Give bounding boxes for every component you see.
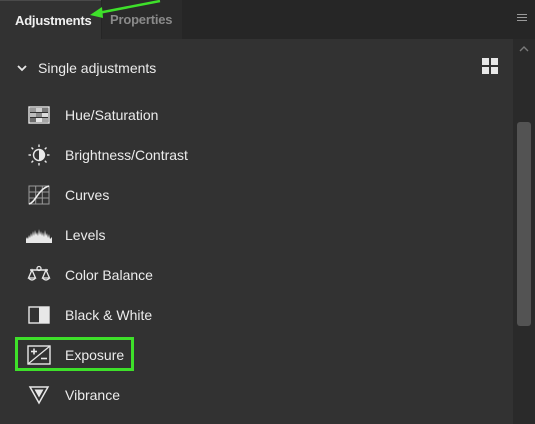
list-item-levels[interactable]: Levels <box>26 223 326 247</box>
scroll-up-arrow-icon[interactable] <box>519 45 529 53</box>
curves-icon <box>26 184 52 206</box>
vibrance-icon <box>26 384 52 406</box>
item-label: Vibrance <box>65 387 121 403</box>
tab-properties[interactable]: Properties <box>102 0 182 39</box>
item-label: Brightness/Contrast <box>65 147 188 163</box>
section-header-single-adjustments[interactable]: Single adjustments <box>16 58 156 78</box>
hue-saturation-icon <box>26 104 52 126</box>
panel-tab-bar: Adjustments Properties <box>0 0 535 39</box>
list-item-color-balance[interactable]: Color Balance <box>26 263 326 287</box>
list-item-hue-saturation[interactable]: Hue/Saturation <box>26 103 326 127</box>
item-label: Exposure <box>65 347 125 363</box>
item-label: Levels <box>65 227 106 243</box>
scrollbar[interactable] <box>513 39 535 424</box>
hamburger-icon[interactable] <box>517 14 527 25</box>
section-title: Single adjustments <box>38 60 157 76</box>
list-item-exposure[interactable]: Exposure <box>26 343 326 367</box>
color-balance-icon <box>26 264 52 286</box>
item-label: Color Balance <box>65 267 153 283</box>
list-item-brightness-contrast[interactable]: Brightness/Contrast <box>26 143 326 167</box>
levels-icon <box>26 224 52 246</box>
list-item-black-white[interactable]: Black & White <box>26 303 326 327</box>
brightness-contrast-icon <box>26 144 52 166</box>
grid-view-icon[interactable] <box>482 58 499 75</box>
list-item-vibrance[interactable]: Vibrance <box>26 383 326 407</box>
item-label: Black & White <box>65 307 153 323</box>
black-white-icon <box>26 304 52 326</box>
adjustments-panel: Single adjustments Hue/Saturation Bright… <box>0 39 513 424</box>
item-label: Curves <box>65 187 110 203</box>
item-label: Hue/Saturation <box>65 107 159 123</box>
chevron-down-icon <box>17 65 27 72</box>
scrollbar-thumb[interactable] <box>517 122 531 326</box>
exposure-icon <box>26 344 52 366</box>
list-item-curves[interactable]: Curves <box>26 183 326 207</box>
tab-adjustments[interactable]: Adjustments <box>0 0 101 39</box>
